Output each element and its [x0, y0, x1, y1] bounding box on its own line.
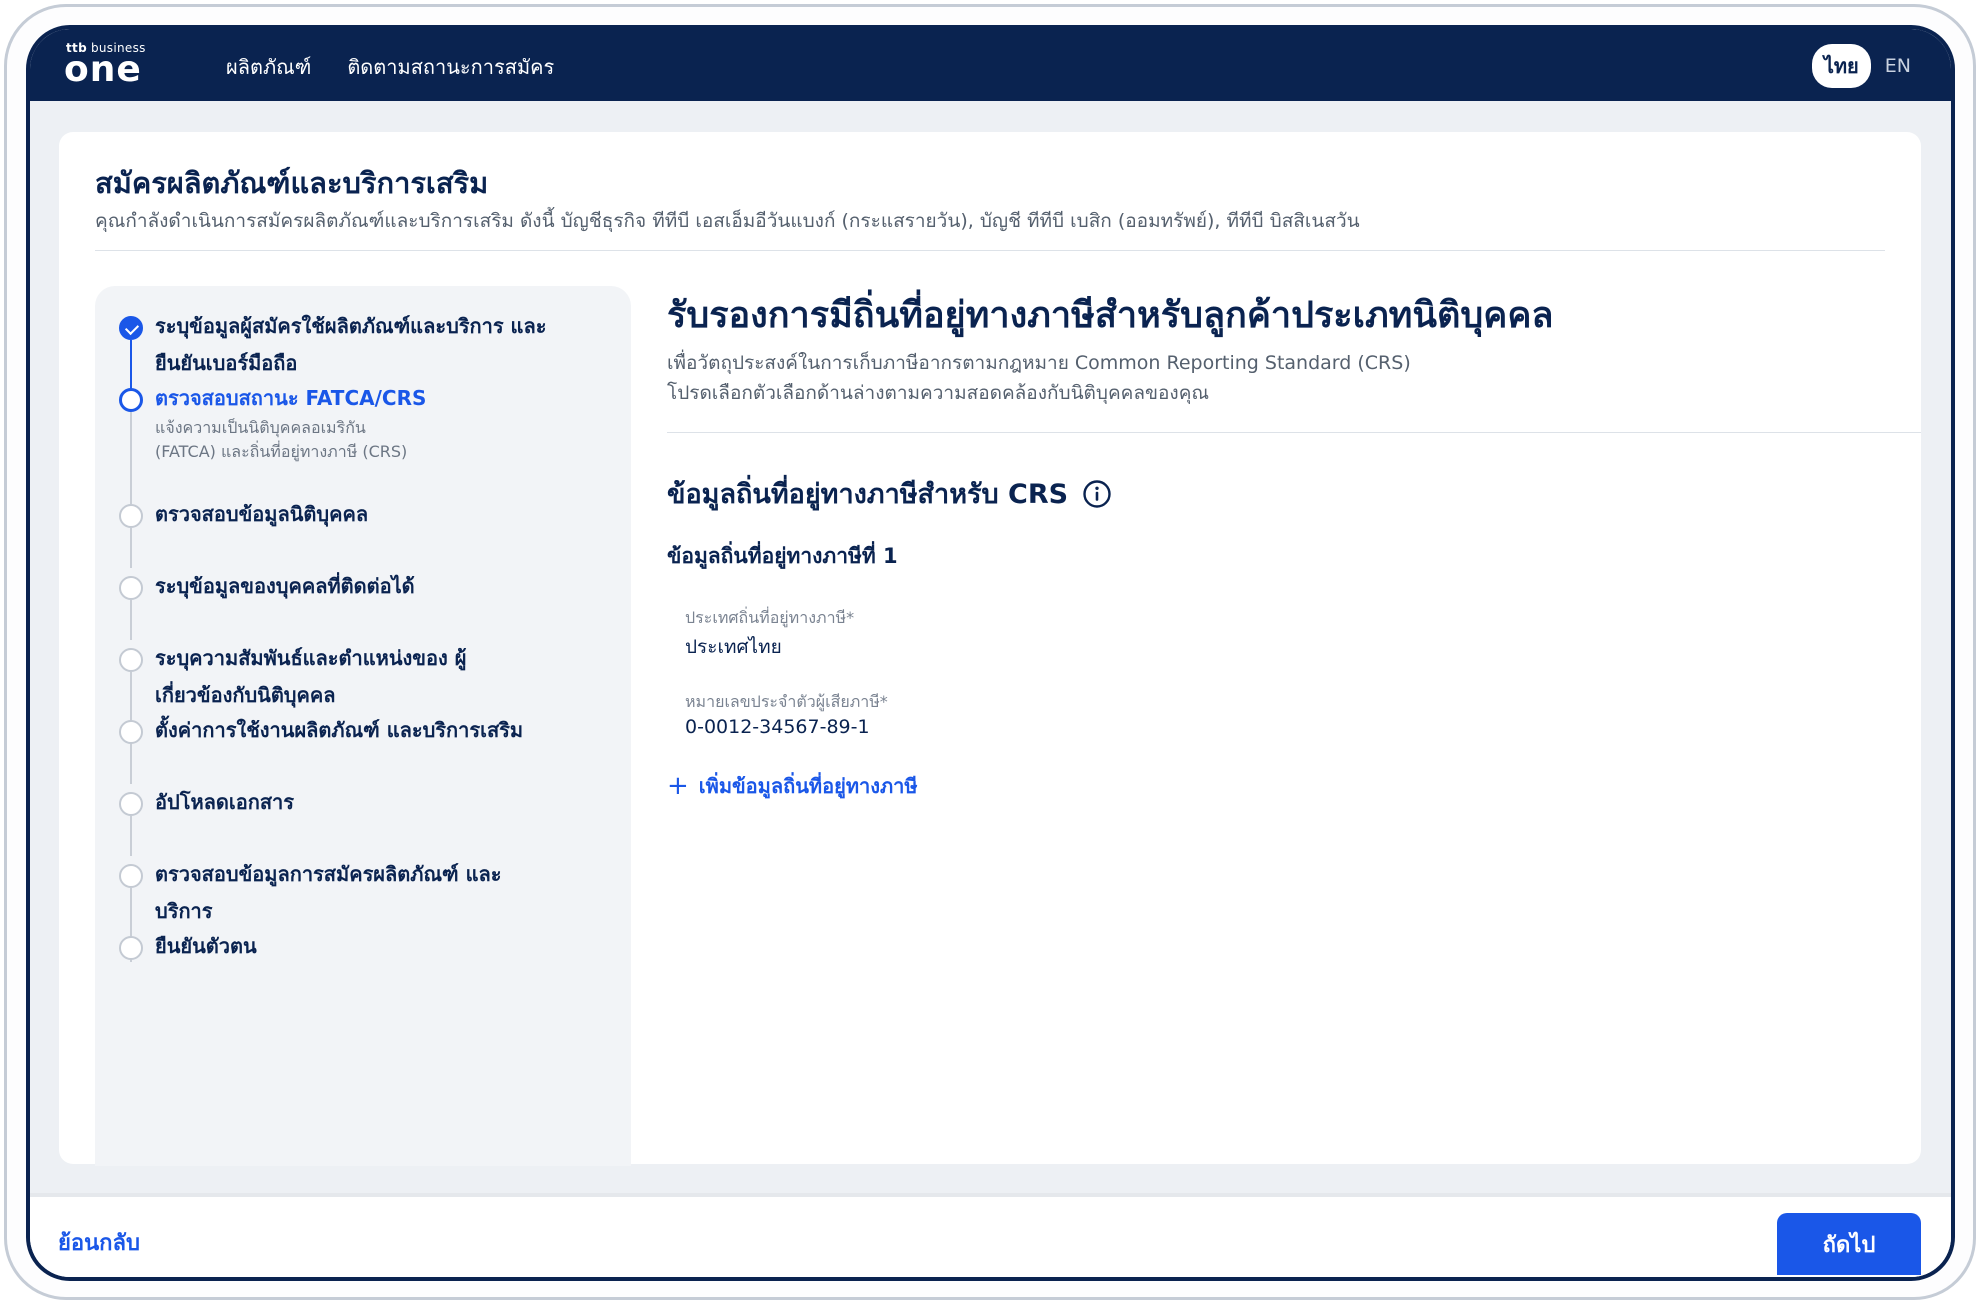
crs-section-title-text: ข้อมูลถิ่นที่อยู่ทางภาษีสำหรับ CRS [667, 479, 1069, 510]
lang-thai-button[interactable]: ไทย [1811, 44, 1871, 88]
form-instruction-text: โปรดเลือกตัวเลือกด้านล่างตามความสอดคล้อง… [667, 382, 1210, 404]
step-label: ยืนยันตัวตน [155, 934, 257, 958]
step-label: ตรวจสอบข้อมูลการสมัครผลิตภัณฑ์ และบริการ [155, 862, 502, 923]
pending-step-indicator [119, 576, 143, 600]
pending-step-indicator [119, 936, 143, 960]
next-button[interactable]: ถัดไป [1777, 1213, 1921, 1275]
lang-english-button[interactable]: EN [1885, 55, 1911, 77]
app-screen: ttb business one ผลิตภัณฑ์ ติดตามสถานะการ… [26, 25, 1955, 1281]
progress-stepper: ระบุข้อมูลผู้สมัครใช้ผลิตภัณฑ์และบริการ … [95, 286, 631, 1166]
tin-field-label: หมายเลขประจำตัวผู้เสียภาษี* [685, 692, 888, 711]
ttb-business-one-logo[interactable]: ttb business one [64, 39, 154, 90]
back-button[interactable]: ย้อนกลับ [58, 1225, 140, 1260]
step-connector [130, 816, 132, 856]
plus-icon: + [667, 771, 689, 801]
form-purpose-text: เพื่อวัตถุประสงค์ในการเก็บภาษีอากรตามกฎห… [667, 352, 1411, 374]
add-tax-residence-link[interactable]: + เพิ่มข้อมูลถิ่นที่อยู่ทางภาษี [667, 770, 918, 802]
step-connector [130, 528, 132, 568]
top-navigation-bar: ttb business one ผลิตภัณฑ์ ติดตามสถานะการ… [30, 29, 1951, 101]
step-connector [130, 412, 132, 504]
application-card: สมัครผลิตภัณฑ์และบริการเสริม คุณกำลังดำเ… [59, 132, 1921, 1166]
nav-application-status[interactable]: ติดตามสถานะการสมัคร [347, 51, 554, 83]
header-divider [95, 250, 1885, 251]
form-divider [667, 432, 1921, 433]
pending-step-indicator [119, 504, 143, 528]
page-subtitle: คุณกำลังดำเนินการสมัครผลิตภัณฑ์และบริการ… [95, 210, 1360, 232]
logo-one-text: one [64, 49, 142, 90]
country-field-value: ประเทศไทย [685, 636, 782, 658]
step-label: ระบุข้อมูลของบุคคลที่ติดต่อได้ [155, 574, 415, 598]
pending-step-indicator [119, 648, 143, 672]
step-label: ระบุความสัมพันธ์และตำแหน่งของ ผู้เกี่ยวข… [155, 646, 467, 707]
main-nav: ผลิตภัณฑ์ ติดตามสถานะการสมัคร [226, 51, 554, 83]
country-field-label: ประเทศถิ่นที่อยู่ทางภาษี* [685, 608, 855, 627]
nav-products[interactable]: ผลิตภัณฑ์ [226, 51, 311, 83]
step-description: แจ้งความเป็นนิติบุคคลอเมริกัน (FATCA) แล… [155, 418, 408, 461]
step-label: ระบุข้อมูลผู้สมัครใช้ผลิตภัณฑ์และบริการ … [155, 314, 547, 375]
current-step-indicator [119, 388, 143, 412]
tin-field-value: 0-0012-34567-89-1 [685, 716, 870, 738]
step-connector [130, 744, 132, 784]
step-label: ตรวจสอบสถานะ FATCA/CRS [155, 386, 427, 410]
language-switcher: ไทย EN [1811, 44, 1911, 88]
page-title: สมัครผลิตภัณฑ์และบริการเสริม [95, 166, 489, 200]
pending-step-indicator [119, 792, 143, 816]
info-icon[interactable] [1082, 479, 1112, 509]
footer-bar: ย้อนกลับ ถัดไป [30, 1197, 1951, 1277]
tax-residence-1-title: ข้อมูลถิ่นที่อยู่ทางภาษีที่ 1 [667, 544, 898, 568]
form-title: รับรองการมีถิ่นที่อยู่ทางภาษีสำหรับลูกค้… [667, 295, 1554, 336]
step-label: ตั้งค่าการใช้งานผลิตภัณฑ์ และบริการเสริม [155, 718, 524, 742]
pending-step-indicator [119, 864, 143, 888]
step-label: ตรวจสอบข้อมูลนิติบุคคล [155, 502, 369, 526]
step-connector [130, 600, 132, 640]
check-icon [119, 316, 143, 340]
pending-step-indicator [119, 720, 143, 744]
add-tax-residence-label: เพิ่มข้อมูลถิ่นที่อยู่ทางภาษี [698, 774, 918, 798]
crs-section-title: ข้อมูลถิ่นที่อยู่ทางภาษีสำหรับ CRS [667, 472, 1112, 515]
step-label: อัปโหลดเอกสาร [155, 790, 295, 814]
